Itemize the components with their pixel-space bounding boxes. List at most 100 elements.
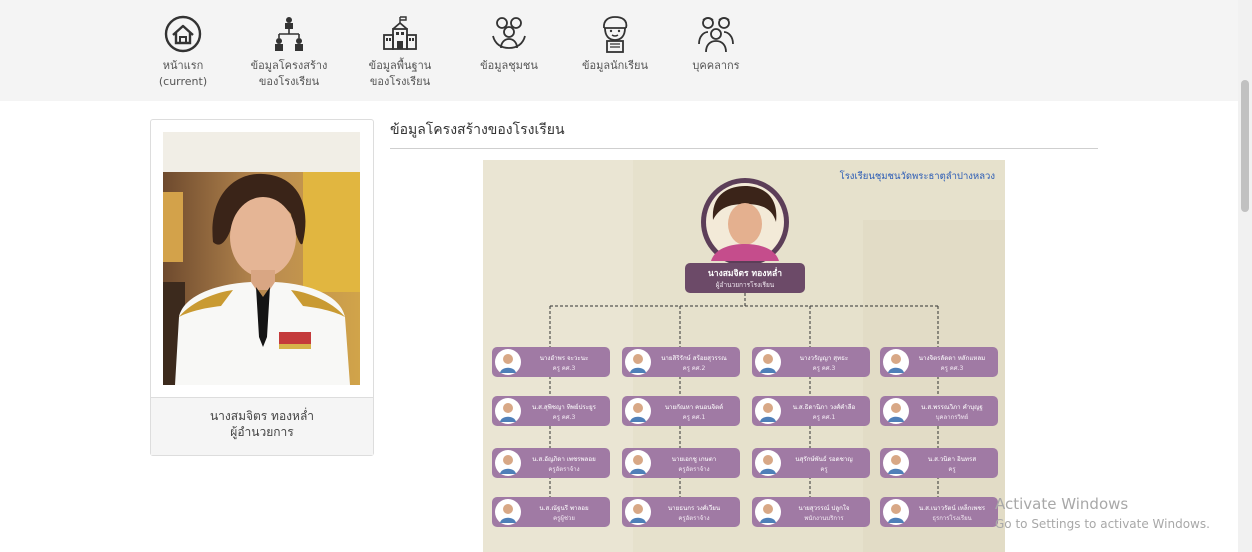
- org-staff-role: บุคลากรวิทย์: [936, 413, 969, 421]
- org-staff-box: น.ส.พรรณวิภา คำบุญฐบุคลากรวิทย์: [880, 396, 998, 426]
- windows-activation-watermark: Activate Windows Go to Settings to activ…: [995, 494, 1210, 534]
- org-staff-avatar-face: [891, 455, 901, 465]
- org-director-title: ผู้อำนวยการโรงเรียน: [716, 281, 775, 289]
- section-divider: [390, 148, 1098, 149]
- org-staff-name: นายสิริรักษ์ สร้อยสุวรรณ: [661, 354, 727, 362]
- org-staff-avatar-face: [633, 354, 643, 364]
- page-scrollbar[interactable]: [1238, 0, 1252, 552]
- personnel-icon: [698, 17, 734, 53]
- nav-item-home[interactable]: หน้าแรก (current): [155, 14, 211, 90]
- nav-item-students[interactable]: ข้อมูลนักเรียน: [575, 14, 655, 74]
- org-staff-role: ธุรการโรงเรียน: [932, 514, 971, 522]
- org-staff-avatar-face: [503, 403, 513, 413]
- org-staff-name: นายกัณหา คนอนจิตต์: [665, 403, 723, 411]
- nav-item-community[interactable]: ข้อมูลชุมชน: [474, 14, 544, 74]
- org-staff-avatar-face: [503, 504, 513, 514]
- watermark-title: Activate Windows: [995, 495, 1129, 513]
- org-staff-box: น.ส.ณัฐนรี พาลอยครูผู้ช่วย: [492, 497, 610, 527]
- org-staff-box: น.ส.วนิดา อินทรสครู: [880, 448, 998, 478]
- home-icon: [164, 15, 202, 53]
- org-staff-role: ครู: [820, 466, 828, 473]
- org-staff-role: ครู คศ.1: [813, 414, 836, 421]
- org-staff-role: ครู คศ.3: [553, 414, 576, 421]
- top-navigation: หน้าแรก (current) ข้อมูลโครงสร้าง ของโรง…: [0, 0, 1238, 101]
- student-icon: [603, 16, 628, 53]
- org-staff-avatar-face: [891, 354, 901, 364]
- org-staff-avatar-face: [891, 504, 901, 514]
- nav-label-line1: ข้อมูลชุมชน: [480, 59, 538, 72]
- nav-label-line2: ของโรงเรียน: [369, 75, 431, 88]
- org-staff-avatar-face: [633, 504, 643, 514]
- org-staff-box: นายสิริรักษ์ สร้อยสุวรรณครู คศ.2: [622, 347, 740, 377]
- org-staff-avatar-face: [763, 504, 773, 514]
- org-staff-role: ครู คศ.1: [683, 414, 706, 421]
- org-staff-avatar-face: [763, 455, 773, 465]
- org-staff-role: ครูผู้ช่วย: [553, 515, 575, 522]
- org-staff-name: น.ส.พรรณวิภา คำบุญฐ: [921, 404, 983, 411]
- nav-label-line1: ข้อมูลโครงสร้าง: [250, 59, 328, 72]
- org-staff-role: ครู: [948, 466, 956, 473]
- org-staff-name: น.ส.ณัฐนรี พาลอย: [539, 504, 589, 512]
- org-staff-box: นางจิตรลัดดา หลักแหลมครู คศ.3: [880, 347, 998, 377]
- org-staff-box: นายกัณหา คนอนจิตต์ครู คศ.1: [622, 396, 740, 426]
- org-staff-name: น.ส.สุพิชญา ทิพย์ประยูร: [532, 403, 597, 411]
- org-staff-box: น.ส.ธิดานิภา วงศ์คำลือครู คศ.1: [752, 396, 870, 426]
- org-staff-name: นายเอกชู เกษตา: [672, 456, 717, 463]
- director-name: นางสมจิตร ทองหล่ำ: [209, 409, 315, 423]
- org-staff-role: ครูอัตราจ้าง: [678, 466, 709, 473]
- org-staff-role: ครู คศ.3: [941, 365, 964, 372]
- nav-label-line1: ข้อมูลพื้นฐาน: [368, 59, 432, 72]
- org-structure-icon: [275, 17, 303, 51]
- watermark-subtitle: Go to Settings to activate Windows.: [995, 517, 1210, 531]
- org-staff-avatar-face: [503, 455, 513, 465]
- org-staff-name: นสุรักษ์พันธ์ รอดชาญ: [795, 455, 852, 463]
- nav-item-structure[interactable]: ข้อมูลโครงสร้าง ของโรงเรียน: [245, 14, 333, 90]
- director-position: ผู้อำนวยการ: [230, 425, 294, 439]
- nav-label-line2: (current): [158, 75, 208, 88]
- community-icon: [492, 17, 526, 49]
- org-staff-name: นางอำพร จะวะนะ: [540, 355, 589, 362]
- org-staff-avatar-face: [633, 403, 643, 413]
- org-staff-avatar-face: [763, 354, 773, 364]
- org-staff-name: นางจิตรลัดดา หลักแหลม: [919, 355, 986, 362]
- section-title: ข้อมูลโครงสร้างของโรงเรียน: [390, 122, 565, 138]
- org-staff-box: นายเอกชู เกษตาครูอัตราจ้าง: [622, 448, 740, 478]
- nav-label-line2: ของโรงเรียน: [258, 75, 320, 88]
- org-staff-role: ครู คศ.3: [813, 365, 836, 372]
- org-staff-avatar-face: [891, 403, 901, 413]
- org-staff-box: น.ส.อัญภิดา เพชรพลอยครูอัตราจ้าง: [492, 448, 610, 478]
- org-staff-avatar-face: [633, 455, 643, 465]
- org-school-name: โรงเรียนชุมชนวัดพระธาตุลำปางหลวง: [840, 170, 995, 182]
- nav-label-line1: หน้าแรก: [162, 59, 204, 72]
- director-photo: [163, 132, 360, 385]
- org-staff-box: น.ส.สุพิชญา ทิพย์ประยูรครู คศ.3: [492, 396, 610, 426]
- org-staff-name: น.ส.เนาวรัตน์ เหล็กเพชร: [919, 503, 986, 512]
- nav-item-basic-info[interactable]: ข้อมูลพื้นฐาน ของโรงเรียน: [355, 14, 445, 90]
- org-staff-role: ครูอัตราจ้าง: [678, 515, 709, 522]
- org-staff-name: น.ส.วนิดา อินทรส: [928, 456, 976, 463]
- org-staff-avatar-face: [763, 403, 773, 413]
- org-staff-box: นสุรักษ์พันธ์ รอดชาญครู: [752, 448, 870, 478]
- org-staff-box: นางอำพร จะวะนะครู คศ.3: [492, 347, 610, 377]
- org-chart-image: โรงเรียนชุมชนวัดพระธาตุลำปางหลวง นางสมจิ…: [483, 160, 1005, 552]
- director-caption: นางสมจิตร ทองหล่ำ ผู้อำนวยการ: [151, 397, 373, 455]
- org-staff-name: นายธนกร วงศ์เวียน: [668, 504, 721, 512]
- org-staff-avatar-face: [503, 354, 513, 364]
- org-staff-box: นายธนกร วงศ์เวียนครูอัตราจ้าง: [622, 497, 740, 527]
- org-staff-role: พนักงานบริการ: [804, 515, 844, 522]
- nav-item-personnel[interactable]: บุคคลากร: [686, 14, 746, 74]
- director-profile-card: นางสมจิตร ทองหล่ำ ผู้อำนวยการ: [150, 119, 374, 456]
- org-staff-role: ครู คศ.2: [683, 365, 706, 372]
- org-staff-role: ครู คศ.3: [553, 365, 576, 372]
- org-staff-box: น.ส.เนาวรัตน์ เหล็กเพชรธุรการโรงเรียน: [880, 497, 998, 527]
- scrollbar-thumb[interactable]: [1241, 80, 1249, 212]
- nav-label-line1: บุคคลากร: [692, 59, 740, 72]
- org-staff-name: นายสุวรรณ์ ปลูกใจ: [798, 504, 849, 512]
- nav-label-line1: ข้อมูลนักเรียน: [582, 59, 648, 72]
- org-staff-box: นายสุวรรณ์ ปลูกใจพนักงานบริการ: [752, 497, 870, 527]
- org-staff-name: น.ส.อัญภิดา เพชรพลอย: [532, 456, 596, 463]
- school-building-icon: [383, 16, 417, 50]
- org-staff-name: น.ส.ธิดานิภา วงศ์คำลือ: [793, 403, 856, 411]
- org-staff-role: ครูอัตราจ้าง: [548, 466, 579, 473]
- org-staff-name: นางวรัญญา สุทธะ: [800, 355, 848, 362]
